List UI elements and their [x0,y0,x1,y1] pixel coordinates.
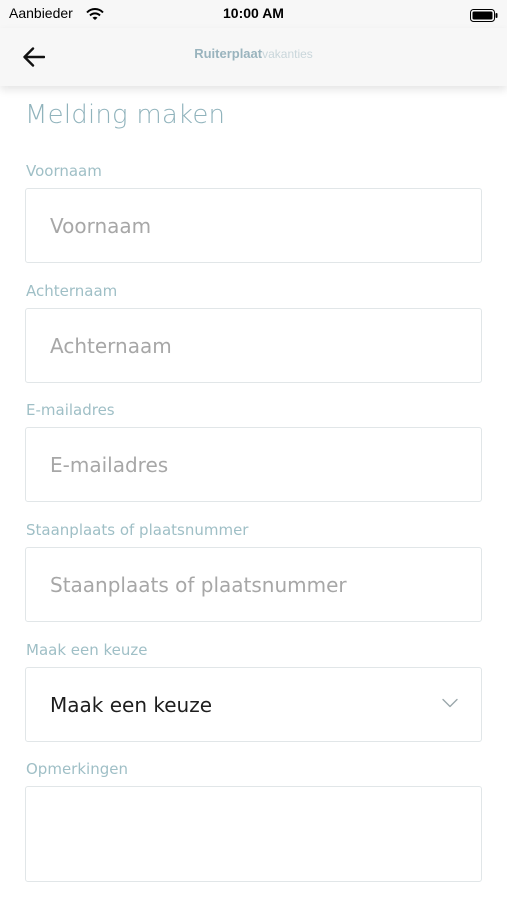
email-label: E-mailadres [26,401,115,419]
first-name-label: Voornaam [26,162,102,180]
last-name-label: Achternaam [26,282,118,300]
email-field[interactable] [25,427,482,502]
pitch-label: Staanplaats of plaatsnummer [26,521,249,539]
remarks-label: Opmerkingen [26,760,128,778]
remarks-textarea[interactable] [26,787,481,881]
pitch-input[interactable] [26,548,481,621]
status-bar: Aanbieder 10:00 AM [0,0,507,28]
last-name-field[interactable] [25,308,482,383]
choice-label: Maak een keuze [26,641,148,659]
brand-logo: Ruiterplaatvakanties [0,46,507,61]
first-name-field[interactable] [25,188,482,263]
remarks-field[interactable] [25,786,482,882]
pitch-field[interactable] [25,547,482,622]
navigation-bar: Ruiterplaatvakanties [0,28,507,86]
battery-icon [470,7,498,26]
last-name-input[interactable] [26,309,481,382]
email-input[interactable] [26,428,481,501]
chevron-down-icon [442,698,458,708]
choice-select[interactable]: Maak een keuze [25,667,482,742]
choice-selected-value: Maak een keuze [50,693,213,717]
brand-name: Ruiterplaat [194,46,263,61]
status-time: 10:00 AM [223,5,284,21]
page-title: Melding maken [25,100,226,130]
first-name-input[interactable] [26,189,481,262]
brand-subtitle: vakanties [262,47,313,61]
